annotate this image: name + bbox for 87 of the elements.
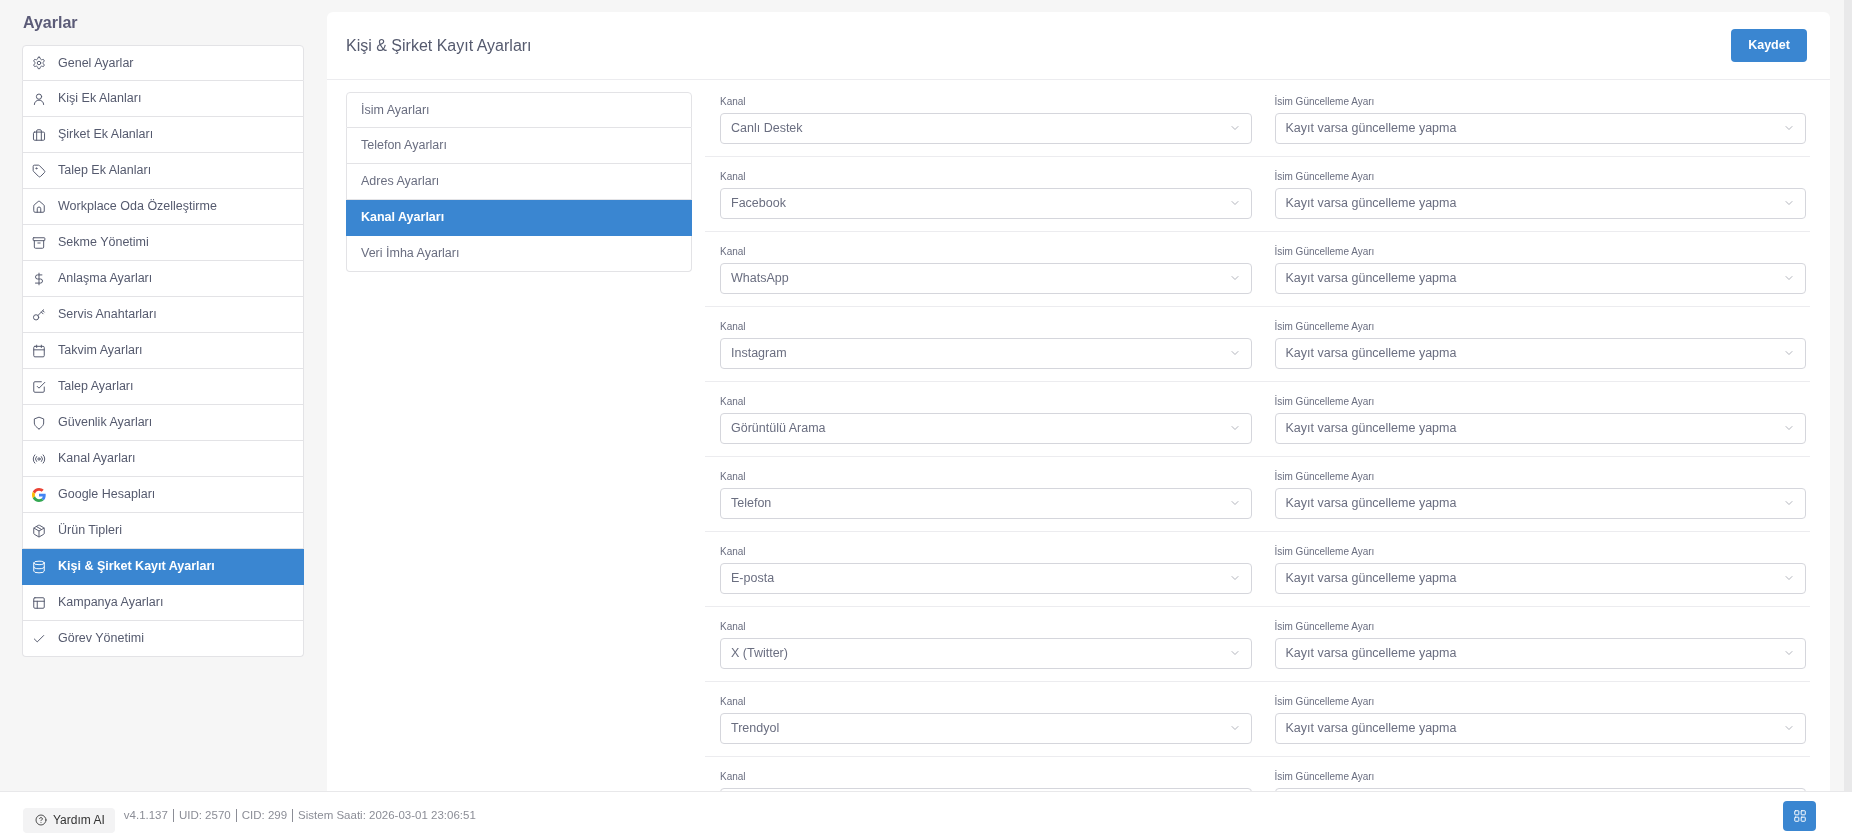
sidebar-item[interactable]: Şirket Ek Alanları: [22, 117, 304, 153]
name-update-dropdown[interactable]: Kayıt varsa güncelleme yapma: [1274, 112, 1806, 144]
settings-tab[interactable]: Kanal Ayarları: [346, 200, 692, 236]
cube-icon: [32, 523, 46, 538]
name-update-label: İsim Güncelleme Ayarı: [1274, 620, 1375, 633]
sidebar-item[interactable]: Sekme Yönetimi: [22, 225, 304, 261]
sidebar-item[interactable]: Talep Ek Alanları: [22, 153, 304, 189]
settings-tab[interactable]: Telefon Ayarları: [346, 128, 692, 164]
name-update-label: İsim Güncelleme Ayarı: [1274, 545, 1375, 558]
channel-label: Kanal: [720, 395, 746, 408]
name-update-label: İsim Güncelleme Ayarı: [1274, 770, 1375, 783]
sidebar-item[interactable]: Anlaşma Ayarları: [22, 261, 304, 297]
name-update-dropdown[interactable]: Kayıt varsa güncelleme yapma: [1274, 487, 1806, 519]
channel-dropdown[interactable]: Facebook: [720, 187, 1252, 219]
sidebar-item[interactable]: Kişi & Şirket Kayıt Ayarları: [22, 549, 304, 585]
sidebar-title: Ayarlar: [23, 14, 79, 32]
sidebar-item[interactable]: Güvenlik Ayarları: [22, 405, 304, 441]
channel-label: Kanal: [720, 170, 746, 183]
channel-dropdown[interactable]: Trendyol: [720, 712, 1252, 744]
gear-icon: [32, 56, 46, 70]
channel-label: Kanal: [720, 320, 746, 333]
help-icon: [35, 814, 47, 826]
key-icon: [32, 307, 46, 322]
sidebar-item[interactable]: Takvim Ayarları: [22, 333, 304, 369]
name-update-label: İsim Güncelleme Ayarı: [1274, 320, 1375, 333]
channel-dropdown[interactable]: Telefon: [720, 487, 1252, 519]
channel-dropdown[interactable]: Canlı Destek: [720, 112, 1252, 144]
footer-info-text: UID: 2570: [172, 809, 236, 822]
house-icon: [32, 199, 46, 214]
dollar-icon: [32, 271, 46, 286]
calendar-icon: [32, 343, 46, 358]
briefcase-icon: [32, 127, 46, 142]
sidebar-item[interactable]: Ürün Tipleri: [22, 513, 304, 549]
name-update-dropdown[interactable]: Kayıt varsa güncelleme yapma: [1274, 412, 1806, 444]
name-update-label: İsim Güncelleme Ayarı: [1274, 395, 1375, 408]
channel-dropdown[interactable]: WhatsApp: [720, 262, 1252, 294]
name-update-dropdown[interactable]: Kayıt varsa güncelleme yapma: [1274, 187, 1806, 219]
layout-icon: [32, 595, 46, 610]
name-update-label: İsim Güncelleme Ayarı: [1274, 470, 1375, 483]
channel-label: Kanal: [720, 545, 746, 558]
sidebar-item[interactable]: Genel Ayarlar: [22, 45, 304, 81]
check-square-icon: [32, 379, 46, 394]
grid-icon: [1792, 807, 1807, 824]
sidebar-item[interactable]: Google Hesapları: [22, 477, 304, 513]
broadcast-icon: [32, 451, 46, 466]
database-icon: [32, 559, 46, 574]
channel-dropdown[interactable]: Instagram: [720, 337, 1252, 369]
name-update-dropdown[interactable]: Kayıt varsa güncelleme yapma: [1274, 637, 1806, 669]
name-update-dropdown[interactable]: Kayıt varsa güncelleme yapma: [1274, 337, 1806, 369]
channel-dropdown[interactable]: X (Twitter): [720, 637, 1252, 669]
settings-tab[interactable]: Veri İmha Ayarları: [346, 236, 692, 272]
channel-label: Kanal: [720, 770, 746, 783]
tag-icon: [32, 163, 46, 178]
channel-label: Kanal: [720, 95, 746, 108]
sidebar-item[interactable]: Talep Ayarları: [22, 369, 304, 405]
channel-label: Kanal: [720, 620, 746, 633]
settings-tab[interactable]: Adres Ayarları: [346, 164, 692, 200]
name-update-dropdown[interactable]: Kayıt varsa güncelleme yapma: [1274, 712, 1806, 744]
sidebar-item[interactable]: Workplace Oda Özelleştirme: [22, 189, 304, 225]
name-update-label: İsim Güncelleme Ayarı: [1274, 170, 1375, 183]
sidebar-item[interactable]: Kişi Ek Alanları: [22, 81, 304, 117]
page-title: Kişi & Şirket Kayıt Ayarları: [346, 35, 532, 56]
person-icon: [32, 91, 46, 106]
channel-dropdown[interactable]: Görüntülü Arama: [720, 412, 1252, 444]
help-button[interactable]: Yardım AI: [23, 807, 115, 833]
name-update-label: İsim Güncelleme Ayarı: [1274, 695, 1375, 708]
save-button[interactable]: Kaydet: [1731, 29, 1807, 62]
footer-info-text: Sistem Saati: 2026-03-01 23:06:51: [292, 809, 481, 822]
name-update-dropdown[interactable]: Kayıt varsa güncelleme yapma: [1274, 562, 1806, 594]
name-update-label: İsim Güncelleme Ayarı: [1274, 245, 1375, 258]
channel-label: Kanal: [720, 695, 746, 708]
sidebar-item[interactable]: Kampanya Ayarları: [22, 585, 304, 621]
name-update-label: İsim Güncelleme Ayarı: [1274, 95, 1375, 108]
name-update-dropdown[interactable]: Kayıt varsa güncelleme yapma: [1274, 262, 1806, 294]
shield-icon: [32, 415, 46, 430]
footer-info-text: CID: 299: [235, 809, 293, 822]
channel-dropdown[interactable]: E-posta: [720, 562, 1252, 594]
channel-label: Kanal: [720, 470, 746, 483]
google-icon: [32, 487, 46, 502]
sidebar-item[interactable]: Görev Yönetimi: [22, 621, 304, 657]
settings-tab[interactable]: İsim Ayarları: [346, 92, 692, 128]
channel-label: Kanal: [720, 245, 746, 258]
apps-grid-button[interactable]: [1783, 800, 1816, 831]
footer-info-text: v4.1.137: [122, 809, 169, 822]
sidebar-item[interactable]: Servis Anahtarları: [22, 297, 304, 333]
archive-box-icon: [32, 235, 46, 250]
sidebar-item[interactable]: Kanal Ayarları: [22, 441, 304, 477]
